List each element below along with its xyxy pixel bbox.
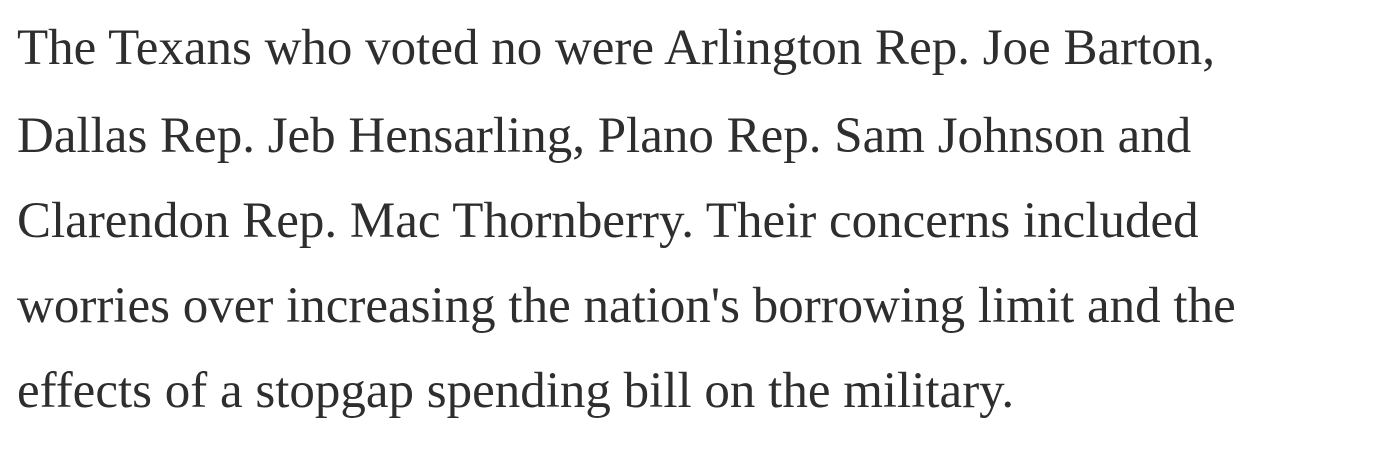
paragraph-line-4: worries over increasing the nation's bor… — [17, 278, 1236, 334]
paragraph-line-2: Dallas Rep. Jeb Hensarling, Plano Rep. S… — [17, 108, 1192, 164]
paragraph-line-3: Clarendon Rep. Mac Thornberry. Their con… — [17, 193, 1199, 249]
paragraph-line-1: The Texans who voted no were Arlington R… — [17, 20, 1216, 76]
page: The Texans who voted no were Arlington R… — [0, 0, 1376, 450]
article-body: The Texans who voted no were Arlington R… — [17, 0, 1367, 428]
article-paragraph: The Texans who voted no were Arlington R… — [17, 0, 1367, 428]
paragraph-line-5: effects of a stopgap spending bill on th… — [17, 363, 1015, 419]
